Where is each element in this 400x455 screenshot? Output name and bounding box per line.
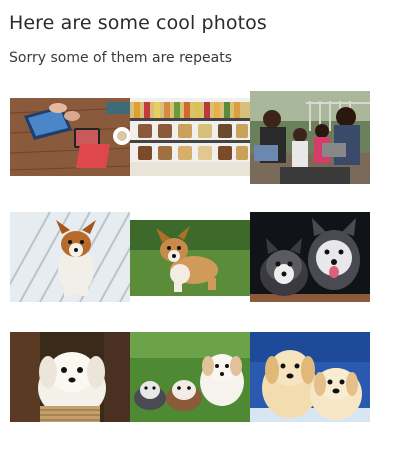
photo-three-puppies-grass <box>130 332 250 422</box>
photo-family-porch <box>250 91 370 184</box>
page-subtitle: Sorry some of them are repeats <box>9 50 233 66</box>
photo-husky-puppies <box>250 212 370 302</box>
photo-corgi-deck <box>10 212 130 302</box>
page-title: Here are some cool photos <box>9 12 267 34</box>
photo-laptop-desk <box>10 98 130 176</box>
photo-snack-shelves <box>130 98 250 176</box>
photo-corgi-grass <box>130 220 250 296</box>
photo-golden-puppies <box>250 332 370 422</box>
photo-white-puppy-basket <box>10 332 130 422</box>
